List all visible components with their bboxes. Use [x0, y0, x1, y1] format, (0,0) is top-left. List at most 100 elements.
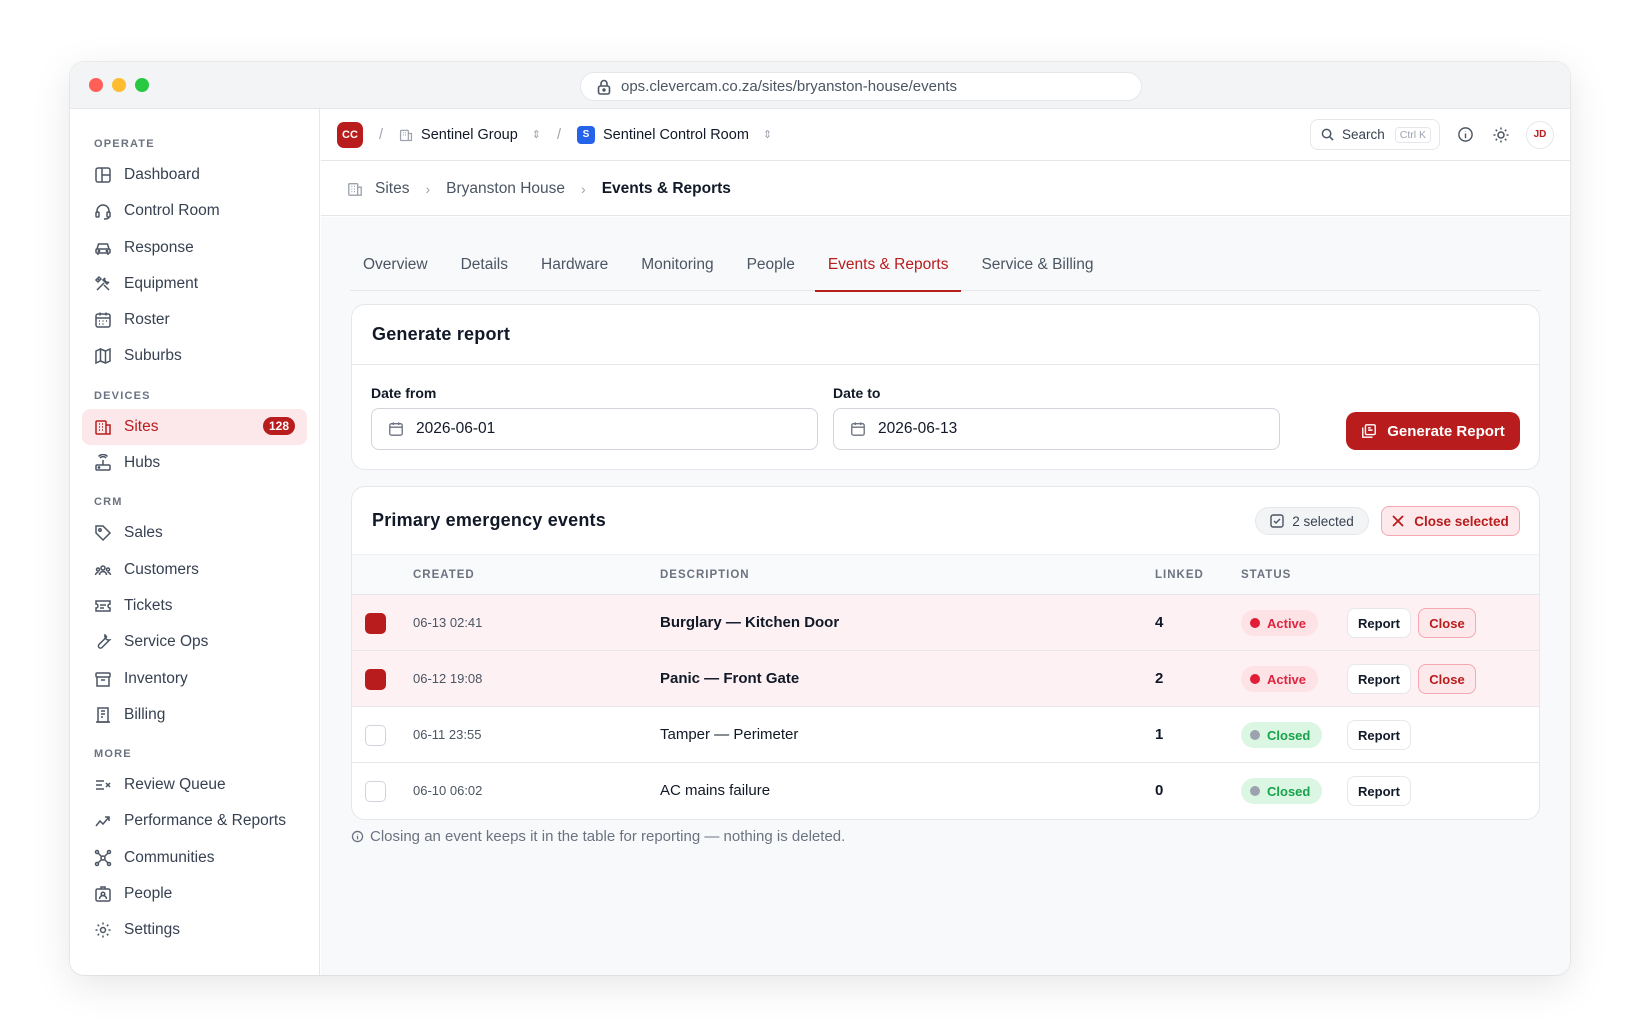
- close-event-button[interactable]: Close: [1418, 664, 1476, 694]
- status-text: Active: [1267, 615, 1307, 631]
- sidebar-item-hubs[interactable]: Hubs: [82, 445, 307, 481]
- theme-toggle[interactable]: [1490, 124, 1512, 146]
- status-text: Active: [1267, 671, 1307, 687]
- receipt-icon: [96, 707, 110, 723]
- browser-titlebar: ops.clevercam.co.za/sites/bryanston-hous…: [70, 62, 1570, 109]
- status-dot: [1250, 618, 1260, 628]
- section-label-devices: DEVICES: [94, 389, 151, 402]
- row-checkbox[interactable]: [365, 725, 386, 746]
- tab-people[interactable]: People: [734, 247, 808, 291]
- close-window-button[interactable]: [89, 78, 103, 92]
- tag-icon: [95, 525, 112, 542]
- map-icon: [95, 348, 111, 365]
- calendar-icon: [389, 422, 403, 436]
- date-from-label: Date from: [371, 385, 437, 401]
- tab-hardware[interactable]: Hardware: [528, 247, 621, 291]
- gear-icon: [95, 922, 111, 938]
- org-switcher[interactable]: Sentinel Group ⇕: [399, 127, 541, 143]
- info-button[interactable]: [1454, 124, 1476, 146]
- sidebar-item-review-queue[interactable]: Review Queue: [82, 767, 307, 803]
- tab-overview[interactable]: Overview: [350, 247, 441, 291]
- report-button[interactable]: Report: [1347, 664, 1411, 694]
- sidebar-item-label: Tickets: [124, 596, 173, 614]
- sidebar-item-equipment[interactable]: Equipment: [82, 266, 307, 302]
- maximize-window-button[interactable]: [135, 78, 149, 92]
- row-checkbox[interactable]: [365, 613, 386, 634]
- tab-events-reports[interactable]: Events & Reports: [814, 247, 962, 292]
- breadcrumb-sites[interactable]: Sites: [375, 180, 409, 198]
- sidebar-item-label: Hubs: [124, 454, 161, 472]
- id-badge-icon: [95, 886, 111, 902]
- status-text: Closed: [1267, 783, 1311, 799]
- close-event-button[interactable]: Close: [1418, 608, 1476, 638]
- sidebar-item-control-room[interactable]: Control Room: [82, 193, 307, 229]
- date-to-input[interactable]: 2026-06-13: [833, 408, 1280, 450]
- sidebar-item-performance-reports[interactable]: Performance & Reports: [82, 803, 307, 839]
- row-linked: 0: [1155, 782, 1164, 799]
- sidebar-item-roster[interactable]: Roster: [82, 302, 307, 338]
- row-checkbox[interactable]: [365, 669, 386, 690]
- table-row[interactable]: 06-12 19:08 Panic — Front Gate 2 Active …: [352, 651, 1539, 707]
- sidebar-item-sales[interactable]: Sales: [82, 515, 307, 551]
- sidebar-item-label: Equipment: [124, 274, 199, 292]
- selected-count-chip: 2 selected: [1255, 507, 1369, 535]
- sidebar-item-tickets[interactable]: Tickets: [82, 588, 307, 624]
- date-from-input[interactable]: 2026-06-01: [371, 408, 818, 450]
- address-bar[interactable]: ops.clevercam.co.za/sites/bryanston-hous…: [580, 72, 1142, 101]
- sidebar-item-dashboard[interactable]: Dashboard: [82, 157, 307, 193]
- sidebar-item-response[interactable]: Response: [82, 230, 307, 266]
- table-header: CREATED DESCRIPTION LINKED STATUS: [352, 554, 1539, 595]
- sidebar-item-communities[interactable]: Communities: [82, 840, 307, 876]
- row-description: Panic — Front Gate: [660, 670, 800, 687]
- table-row[interactable]: 06-13 02:41 Burglary — Kitchen Door 4 Ac…: [352, 595, 1539, 651]
- search-icon: [1321, 128, 1334, 141]
- tab-service-billing[interactable]: Service & Billing: [968, 247, 1106, 291]
- breadcrumb-site[interactable]: Bryanston House: [446, 180, 565, 198]
- close-selected-label: Close selected: [1414, 513, 1509, 529]
- building-icon: [348, 182, 362, 196]
- org-name: Sentinel Group: [421, 126, 518, 143]
- calendar-icon: [851, 422, 865, 436]
- status-dot: [1250, 674, 1260, 684]
- breadcrumb-current: Events & Reports: [601, 179, 731, 197]
- sidebar-item-label: Communities: [124, 848, 215, 866]
- tab-details[interactable]: Details: [448, 247, 521, 291]
- row-description: Burglary — Kitchen Door: [660, 614, 840, 631]
- row-checkbox[interactable]: [365, 781, 386, 802]
- sidebar-item-label: Roster: [124, 311, 170, 329]
- sidebar-item-inventory[interactable]: Inventory: [82, 661, 307, 697]
- row-linked: 4: [1155, 614, 1164, 631]
- workspace-switcher[interactable]: S Sentinel Control Room ⇕: [577, 125, 772, 144]
- close-selected-button[interactable]: Close selected: [1381, 506, 1520, 536]
- table-row[interactable]: 06-11 23:55 Tamper — Perimeter 1 Closed …: [352, 707, 1539, 763]
- sidebar-item-label: Service Ops: [124, 633, 209, 651]
- divider: /: [379, 126, 384, 143]
- generate-report-button[interactable]: Generate Report: [1346, 412, 1520, 450]
- sidebar-item-suburbs[interactable]: Suburbs: [82, 338, 307, 374]
- layout-icon: [95, 167, 111, 183]
- org-logo[interactable]: CC: [337, 121, 363, 148]
- sidebar-item-billing[interactable]: Billing: [82, 697, 307, 733]
- list-x-icon: [96, 780, 111, 790]
- report-button[interactable]: Report: [1347, 776, 1411, 806]
- minimize-window-button[interactable]: [112, 78, 126, 92]
- search-button[interactable]: Search Ctrl K: [1310, 119, 1440, 150]
- wrench-icon: [97, 634, 112, 650]
- sidebar-item-label: Inventory: [124, 669, 188, 687]
- tab-monitoring[interactable]: Monitoring: [628, 247, 726, 291]
- footnote: Closing an event keeps it in the table f…: [351, 828, 845, 845]
- avatar[interactable]: JD: [1526, 120, 1554, 149]
- sidebar-item-service-ops[interactable]: Service Ops: [82, 624, 307, 660]
- headset-icon: [95, 204, 111, 221]
- chevron-updown-icon: ⇕: [531, 129, 541, 141]
- sidebar-item-sites[interactable]: Sites 128: [82, 408, 307, 445]
- sidebar-item-customers[interactable]: Customers: [82, 552, 307, 588]
- report-button[interactable]: Report: [1347, 608, 1411, 638]
- report-button[interactable]: Report: [1347, 720, 1411, 750]
- table-row[interactable]: 06-10 06:02 AC mains failure 0 Closed Re…: [352, 763, 1539, 819]
- search-shortcut: Ctrl K: [1394, 126, 1431, 143]
- sidebar-item-settings[interactable]: Settings: [82, 912, 307, 948]
- status-badge: Active: [1241, 610, 1319, 636]
- sidebar-item-people[interactable]: People: [82, 876, 307, 912]
- sidebar-item-label: Sales: [124, 524, 163, 542]
